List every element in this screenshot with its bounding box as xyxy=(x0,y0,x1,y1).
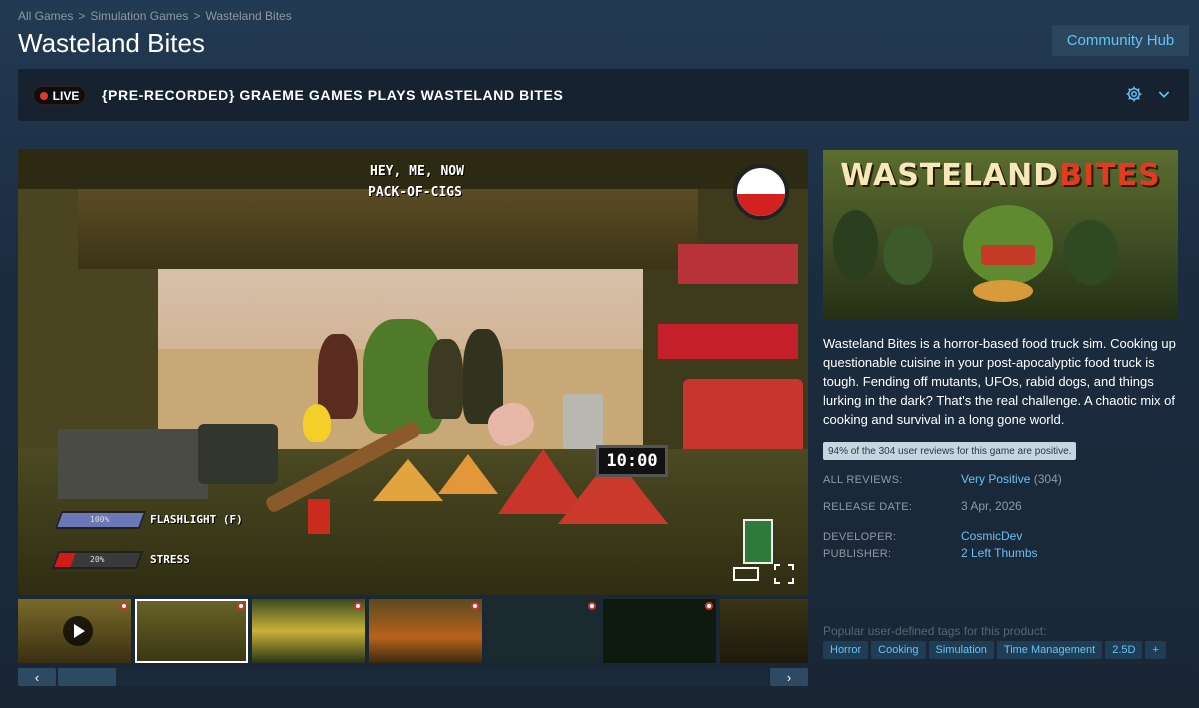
breadcrumb: All Games > Simulation Games > Wasteland Bit… xyxy=(18,9,292,23)
capsule-logo-part2: BITES xyxy=(1059,158,1161,193)
shotgun-shells xyxy=(308,499,330,534)
release-date-value: 3 Apr, 2026 xyxy=(961,499,1022,513)
time-gauge-fill xyxy=(737,194,785,216)
thumbnail-screenshot[interactable] xyxy=(603,599,716,663)
gear-icon[interactable] xyxy=(1125,85,1143,103)
game-description: Wasteland Bites is a horror-based food t… xyxy=(823,336,1176,427)
chevron-down-icon[interactable] xyxy=(1156,86,1172,102)
rubber-duck xyxy=(303,404,331,442)
thumbnail-badge-icon xyxy=(237,602,245,610)
all-reviews-count: (304) xyxy=(1033,472,1062,486)
order-text-line2: PACK-OF-CIGS xyxy=(368,185,462,200)
tag-2-5d[interactable]: 2.5D xyxy=(1105,641,1143,659)
scene-awning xyxy=(78,189,698,269)
mutant-customer xyxy=(428,339,463,419)
pizza-slice xyxy=(438,454,498,494)
thumbnail-badge-icon xyxy=(471,602,479,610)
game-timer: 10:00 xyxy=(596,445,668,477)
thumbnail-selected[interactable] xyxy=(135,599,248,663)
tags-label: Popular user-defined tags for this produ… xyxy=(823,624,1047,638)
review-tooltip: 94% of the 304 user reviews for this gam… xyxy=(823,442,1077,460)
publisher-link[interactable]: 2 Left Thumbs xyxy=(961,546,1038,560)
flashlight-value: 100% xyxy=(90,515,110,524)
time-gauge xyxy=(733,164,789,220)
breadcrumb-separator: > xyxy=(78,9,86,23)
developer-link[interactable]: CosmicDev xyxy=(961,529,1022,543)
broadcast-title: {PRE-RECORDED} GRAEME GAMES PLAYS WASTEL… xyxy=(102,87,564,103)
media-thumbnail-strip xyxy=(18,599,808,663)
add-tag-button[interactable]: + xyxy=(1145,641,1166,659)
breadcrumb-game[interactable]: Wasteland Bites xyxy=(205,9,291,23)
tag-horror[interactable]: Horror xyxy=(823,641,869,659)
live-badge: LIVE xyxy=(33,86,86,105)
scroll-right-button[interactable]: › xyxy=(770,668,808,686)
theater-mode-icon[interactable] xyxy=(733,567,759,581)
order-text-line1: HEY, ME, NOW xyxy=(370,164,464,179)
tag-list: Horror Cooking Simulation Time Managemen… xyxy=(823,641,1166,659)
developer-label: DEVELOPER: xyxy=(823,531,897,543)
capsule-zombie xyxy=(833,210,878,280)
publisher-label: PUBLISHER: xyxy=(823,548,892,560)
capsule-burger xyxy=(973,280,1033,302)
all-reviews-summary[interactable]: Very Positive (304) xyxy=(961,472,1062,486)
thumbnail-video[interactable] xyxy=(18,599,131,663)
scroll-track[interactable] xyxy=(58,668,768,686)
community-hub-button[interactable]: Community Hub xyxy=(1052,25,1189,56)
cigarette-pack xyxy=(743,519,773,564)
thumbnail-screenshot[interactable] xyxy=(369,599,482,663)
play-icon xyxy=(63,616,93,646)
tag-simulation[interactable]: Simulation xyxy=(928,641,994,659)
tips-jar xyxy=(563,394,603,449)
flashlight-label: FLASHLIGHT (F) xyxy=(150,513,243,526)
all-reviews-value[interactable]: Very Positive xyxy=(961,472,1030,486)
capsule-zombie xyxy=(1063,220,1118,285)
breadcrumb-separator: > xyxy=(193,9,201,23)
thumbnail-screenshot[interactable] xyxy=(720,599,808,663)
capsule-logo-part1: WASTELAND xyxy=(840,158,1060,193)
video-player[interactable]: HEY, ME, NOW PACK-OF-CIGS 10:00 100% FLA… xyxy=(18,149,808,595)
radio xyxy=(198,424,278,484)
tag-cooking[interactable]: Cooking xyxy=(871,641,926,659)
thumbnail-badge-icon xyxy=(354,602,362,610)
thumbnail-screenshot[interactable] xyxy=(252,599,365,663)
capsule-logo: WASTELANDBITES xyxy=(823,158,1178,193)
thumbnail-badge-icon xyxy=(588,602,596,610)
breadcrumb-simulation-games[interactable]: Simulation Games xyxy=(90,9,188,23)
broadcast-bar: LIVE {PRE-RECORDED} GRAEME GAMES PLAYS W… xyxy=(18,69,1189,121)
page-title: Wasteland Bites xyxy=(18,28,205,58)
release-date-label: RELEASE DATE: xyxy=(823,501,913,513)
scroll-thumb[interactable] xyxy=(58,668,116,686)
game-capsule-image: WASTELANDBITES xyxy=(823,150,1178,320)
stress-bar-fill xyxy=(54,553,76,567)
stress-value: 20% xyxy=(90,555,105,564)
capsule-monster-mouth xyxy=(981,245,1035,265)
chips-shelf xyxy=(678,244,798,284)
scroll-left-button[interactable]: ‹ xyxy=(18,668,56,686)
live-dot-icon xyxy=(39,91,48,100)
thumbnail-badge-icon xyxy=(120,602,128,610)
pizza-slice xyxy=(373,459,443,501)
live-label: LIVE xyxy=(52,88,80,103)
breadcrumb-all-games[interactable]: All Games xyxy=(18,9,73,23)
all-reviews-label: ALL REVIEWS: xyxy=(823,474,903,486)
thumbnail-screenshot[interactable] xyxy=(486,599,599,663)
fullscreen-icon[interactable] xyxy=(774,564,794,584)
thumbnail-scrollbar: ‹ › xyxy=(18,668,808,686)
cans-shelf xyxy=(658,324,798,359)
stress-label: STRESS xyxy=(150,553,190,566)
thumbnail-badge-icon xyxy=(705,602,713,610)
cash-register xyxy=(58,429,208,499)
tag-time-management[interactable]: Time Management xyxy=(996,641,1103,659)
capsule-zombie xyxy=(883,225,933,285)
